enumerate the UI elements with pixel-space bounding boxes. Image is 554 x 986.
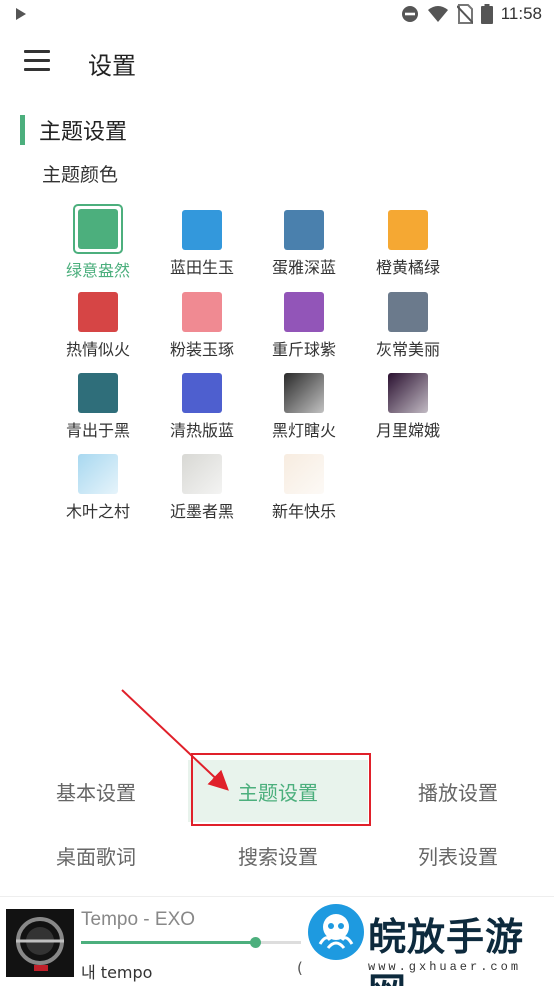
watermark-text: 皖放手游网 [368,915,525,986]
progress-knob[interactable] [249,937,261,948]
theme-label: 橙黄橘绿 [375,258,440,277]
theme-label: 黑灯瞎火 [271,421,336,440]
song-title: Tempo - EXO [81,909,196,930]
do-not-disturb-icon [401,6,418,22]
theme-image-swatch [78,454,118,494]
theme-option[interactable]: 月里嫦娥 [358,363,458,440]
album-art[interactable] [6,909,74,977]
wifi-icon [427,6,448,22]
theme-color-swatch [78,373,118,413]
theme-color-swatch [182,210,222,250]
site-watermark: 皖放手游网 www.gxhuaer.com [302,904,552,986]
section-header: 主题设置 [20,114,127,146]
clock: 11:58 [500,4,542,23]
theme-option[interactable]: 清热版蓝 [152,363,252,440]
theme-color-swatch [284,210,324,250]
settings-tab[interactable]: 列表设置 [368,824,548,886]
toolbar: 设置 [0,30,554,94]
status-bar: 11:58 [0,0,554,30]
play-indicator-icon [16,8,26,20]
theme-option[interactable]: 黑灯瞎火 [254,363,354,440]
theme-image-swatch [284,454,324,494]
theme-option[interactable]: 蓝田生玉 [152,200,252,277]
theme-option[interactable]: 热情似火 [48,282,148,359]
highlight-annotation-box [191,753,371,826]
theme-label: 绿意盎然 [65,261,130,280]
hamburger-menu-icon[interactable] [24,50,50,72]
page-title: 设置 [88,52,136,80]
theme-option[interactable]: 新年快乐 [254,444,354,521]
theme-option[interactable]: 蛋雅深蓝 [254,200,354,277]
section-accent-bar [20,115,25,145]
theme-option[interactable]: 粉装玉琢 [152,282,252,359]
theme-color-swatch [78,209,118,249]
theme-label: 蛋雅深蓝 [271,258,336,277]
theme-label: 近墨者黑 [169,502,234,521]
theme-label: 月里嫦娥 [375,421,440,440]
theme-color-swatch [388,292,428,332]
theme-label: 粉装玉琢 [169,340,234,359]
theme-color-swatch [182,292,222,332]
theme-label: 新年快乐 [271,502,336,521]
theme-option[interactable]: 橙黄橘绿 [358,200,458,277]
settings-tab[interactable]: 桌面歌词 [6,824,186,886]
theme-color-swatch [388,210,428,250]
theme-image-swatch [182,454,222,494]
theme-option[interactable]: 重斤球紫 [254,282,354,359]
theme-label: 青出于黑 [65,421,130,440]
no-sim-icon [456,4,473,24]
section-title: 主题设置 [39,120,128,145]
theme-label: 清热版蓝 [169,421,234,440]
settings-tab[interactable]: 播放设置 [368,760,548,822]
theme-option[interactable]: 灰常美丽 [358,282,458,359]
theme-label: 灰常美丽 [375,340,440,359]
theme-option[interactable]: 近墨者黑 [152,444,252,521]
theme-option[interactable]: 木叶之村 [48,444,148,521]
theme-label: 蓝田生玉 [169,258,234,277]
playback-progress[interactable] [81,937,301,948]
theme-color-swatch [182,373,222,413]
theme-label: 重斤球紫 [271,340,336,359]
theme-label: 热情似火 [65,340,130,359]
theme-color-swatch [284,292,324,332]
watermark-url: www.gxhuaer.com [368,960,522,974]
settings-tab[interactable]: 搜索设置 [188,824,368,886]
theme-option[interactable]: 绿意盎然 [48,200,148,280]
settings-tab[interactable]: 基本设置 [6,760,186,822]
theme-image-swatch [284,373,324,413]
octopus-logo-icon [308,904,364,960]
theme-image-swatch [388,373,428,413]
battery-icon [480,4,493,24]
theme-color-subtitle: 主题颜色 [42,164,119,186]
song-subtitle: 내 tempo [81,963,153,982]
theme-color-swatch [78,292,118,332]
theme-label: 木叶之村 [65,502,130,521]
theme-option[interactable]: 青出于黑 [48,363,148,440]
